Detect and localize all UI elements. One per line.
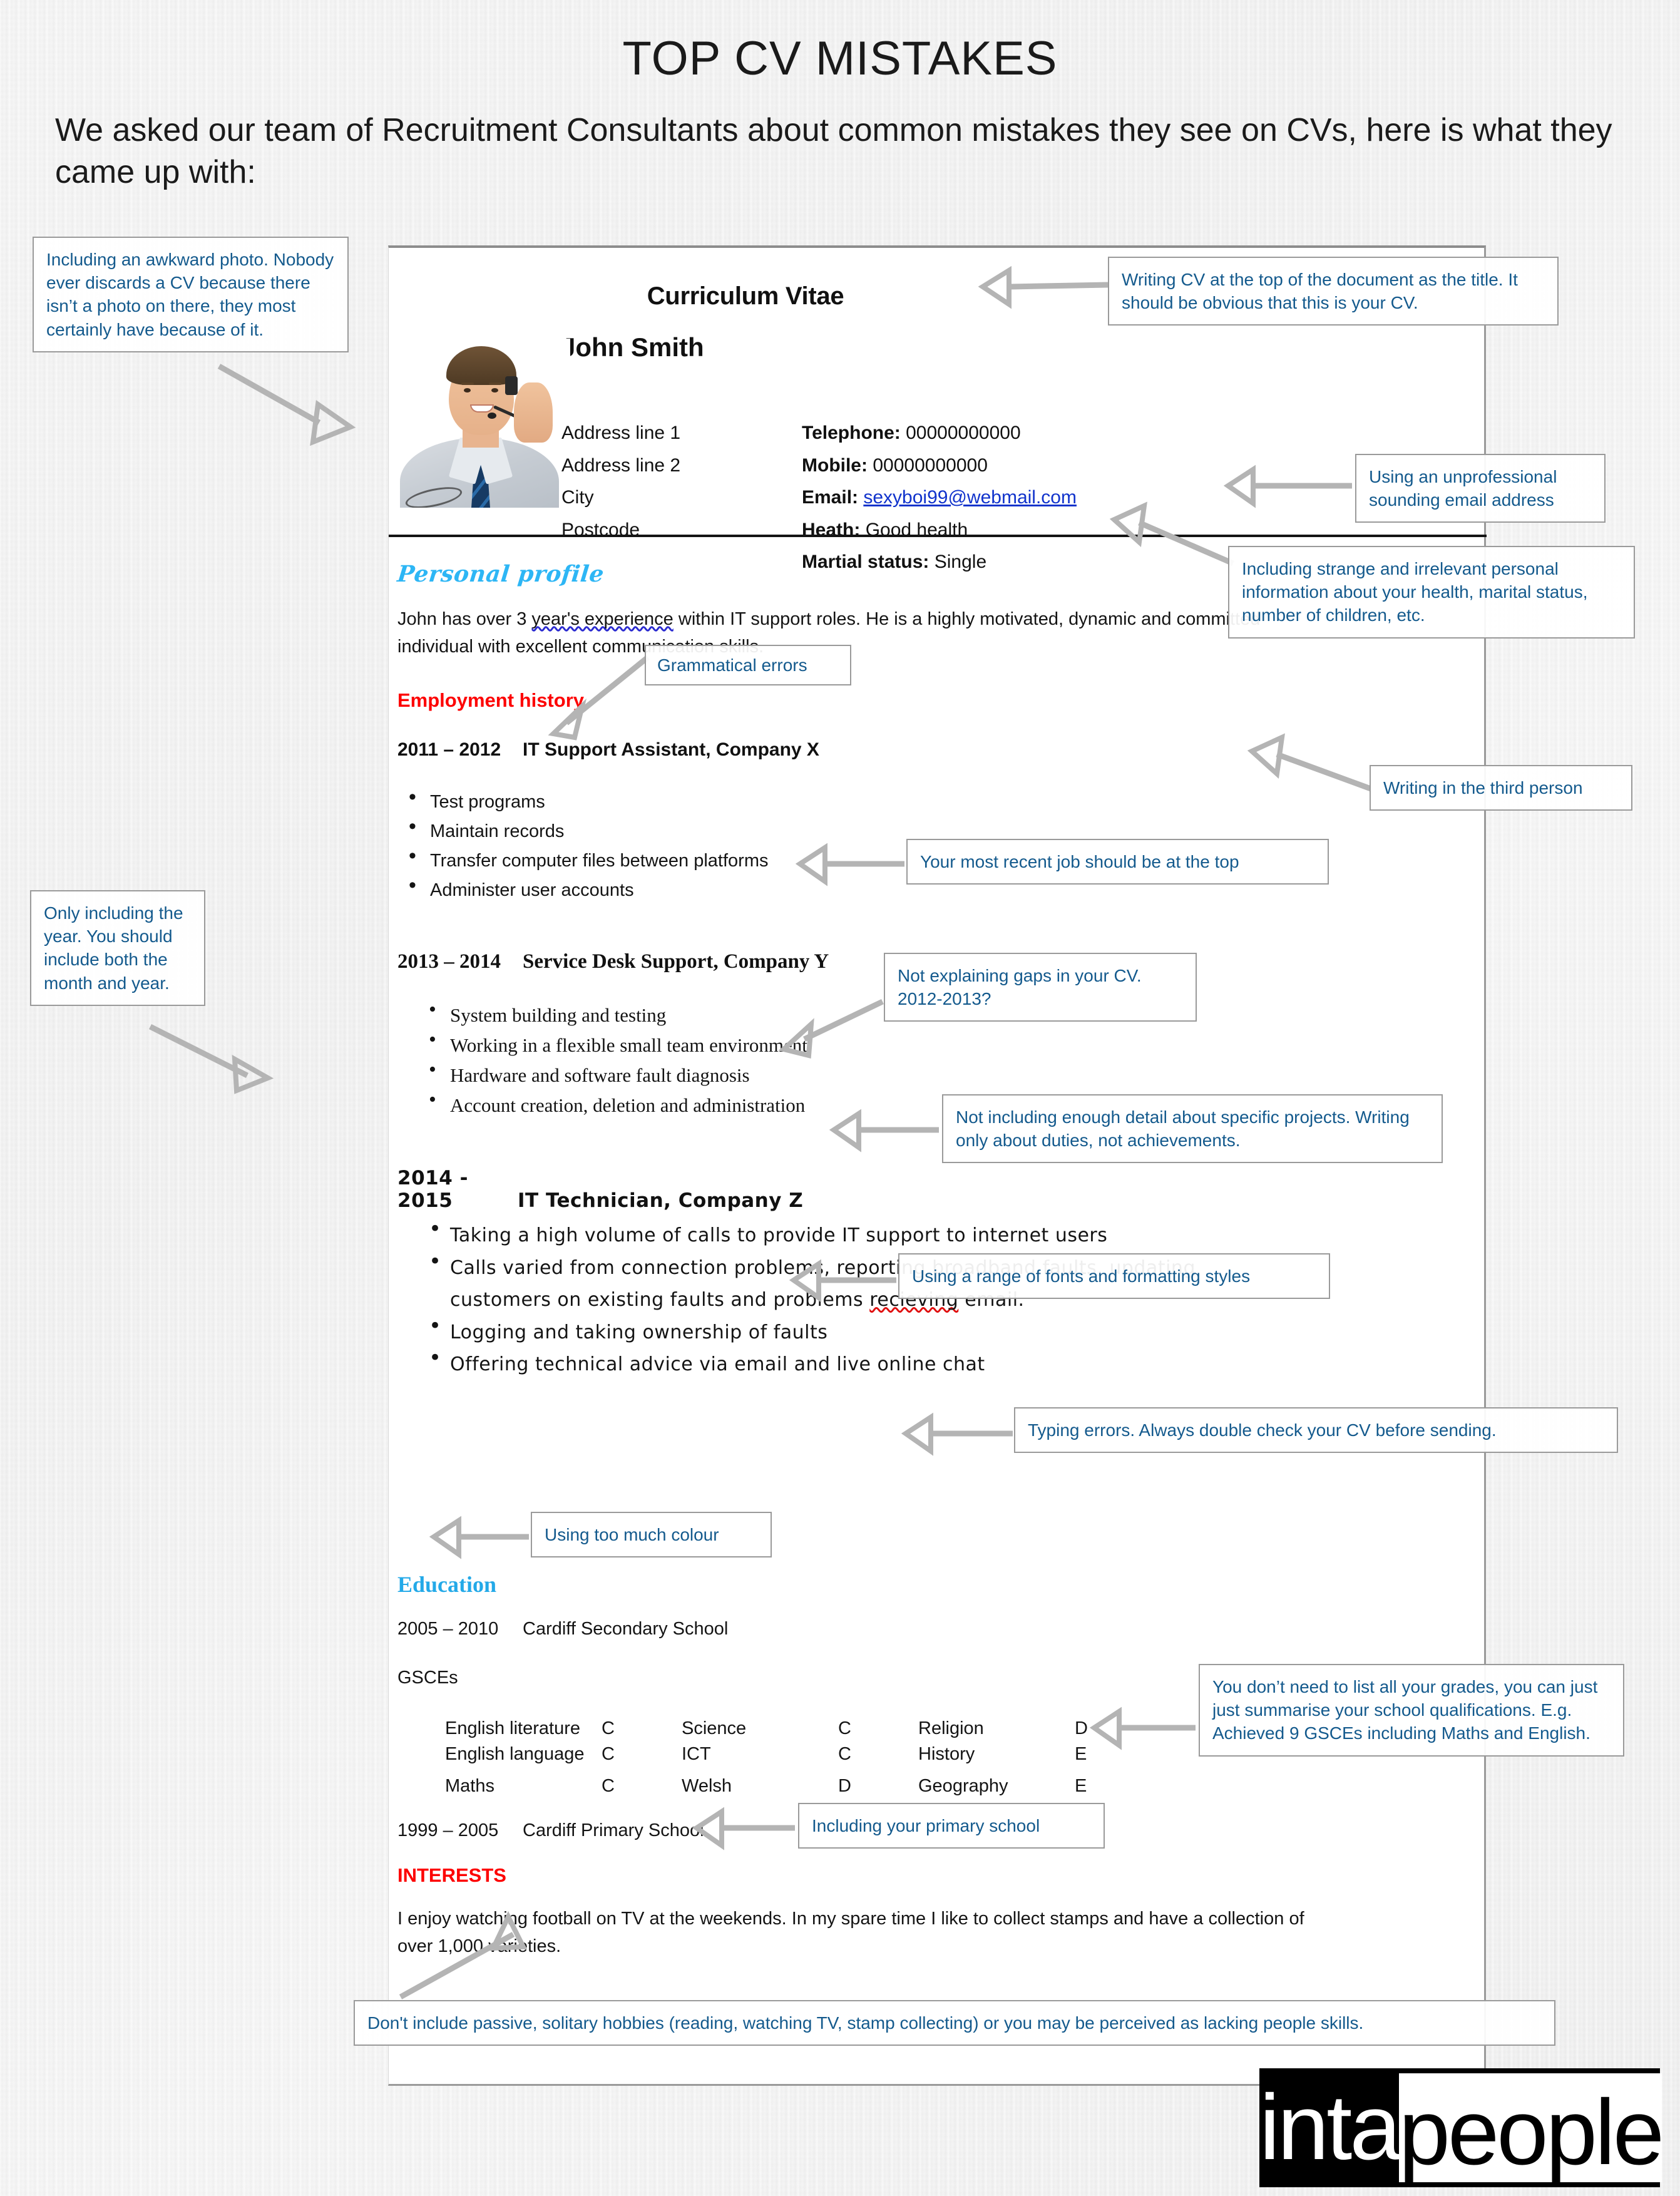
annotation-fonts: Using a range of fonts and formatting st…: [898, 1253, 1330, 1300]
table-row: English language C ICT C History E: [445, 1742, 1155, 1767]
page-title: TOP CV MISTAKES: [622, 32, 1058, 85]
email-link[interactable]: sexyboi99@webmail.com: [863, 487, 1077, 508]
education-primary-school: Cardiff Primary School: [523, 1820, 704, 1840]
table-row: English literature C Science C Religion …: [445, 1716, 1155, 1742]
education-secondary-school: Cardiff Secondary School: [523, 1619, 729, 1639]
job-heading-1: 2011 – 2012 IT Support Assistant, Company…: [397, 739, 819, 761]
grade-value: C: [602, 1776, 615, 1796]
annotation-cv-title: Writing CV at the top of the document as…: [1108, 257, 1559, 326]
grade-subject: English literature: [445, 1718, 580, 1738]
address-line: City: [561, 487, 594, 508]
annotation-grades: You don’t need to list all your grades, …: [1199, 1664, 1624, 1757]
contact-health: Heath: Good health: [802, 519, 968, 540]
cv-header-divider: [389, 535, 1487, 537]
annotation-gaps: Not explaining gaps in your CV. 2012-201…: [884, 953, 1197, 1022]
job-heading-2: 2013 – 2014 Service Desk Support, Company…: [397, 950, 829, 973]
personal-profile-text: John has over 3 year's experience within…: [397, 609, 1261, 657]
annotation-colour: Using too much colour: [531, 1512, 772, 1558]
address-line: Address line 1: [561, 423, 681, 443]
list-item: Test programs: [397, 786, 1211, 817]
annotation-email: Using an unprofessional sounding email a…: [1355, 454, 1606, 523]
grade-subject: Maths: [445, 1776, 494, 1796]
section-heading-interests: INTERESTS: [397, 1864, 506, 1886]
annotation-personal-info: Including strange and irrelevant persona…: [1228, 546, 1635, 639]
section-heading-personal-profile: Personal profile: [396, 561, 606, 587]
grade-subject: English language: [445, 1744, 585, 1764]
contact-telephone: Telephone: 00000000000: [802, 423, 1021, 443]
grade-value: E: [1075, 1776, 1087, 1796]
grade-value: D: [838, 1776, 851, 1796]
grammar-error-text: year's experience: [531, 609, 674, 629]
grade-subject: History: [918, 1744, 975, 1764]
grade-subject: Science: [682, 1718, 747, 1738]
qualification-label: GSCEs: [397, 1668, 458, 1688]
page-subtitle: We asked our team of Recruitment Consult…: [55, 112, 1612, 190]
grade-value: C: [838, 1744, 851, 1764]
list-item: Taking a high volume of calls to provide…: [417, 1218, 1250, 1252]
section-heading-education: Education: [397, 1572, 497, 1597]
grades-table: English literature C Science C Religion …: [445, 1716, 1155, 1799]
grade-subject: Geography: [918, 1776, 1008, 1796]
job-title-3: IT Technician, Company Z: [518, 1189, 804, 1212]
list-item: Working in a flexible small team environ…: [417, 1029, 1231, 1060]
annotation-detail: Not including enough detail about specif…: [942, 1094, 1443, 1164]
contact-marital-status: Martial status: Single: [802, 552, 987, 573]
grade-value: D: [1075, 1718, 1088, 1738]
grade-subject: Religion: [918, 1718, 984, 1738]
job-dates-1: 2011 – 2012: [397, 739, 501, 760]
address-line: Address line 2: [561, 454, 681, 476]
cv-contact-block: Telephone: 00000000000 Mobile: 000000000…: [802, 417, 1077, 578]
logo-text-inta: inta: [1259, 2076, 1401, 2179]
grade-value: E: [1075, 1744, 1087, 1764]
annotation-primary: Including your primary school: [798, 1803, 1105, 1849]
job-dates-3: 2014 - 2015: [397, 1167, 468, 1212]
annotation-hobbies: Don't include passive, solitary hobbies …: [354, 2000, 1555, 2046]
grade-subject: Welsh: [682, 1776, 732, 1796]
table-row: Maths C Welsh D Geography E: [445, 1767, 1155, 1799]
cv-document-title: Curriculum Vitae: [647, 282, 844, 310]
job-dates-2: 2013 – 2014: [397, 950, 501, 973]
job-title-2: Service Desk Support, Company Y: [523, 950, 829, 973]
job-title-1: IT Support Assistant, Company X: [523, 739, 819, 760]
interests-text: I enjoy watching football on TV at the w…: [397, 1909, 1304, 1956]
intapeople-logo: inta people: [1259, 2068, 1664, 2187]
grade-subject: ICT: [682, 1744, 711, 1764]
job-bullets-3: Taking a high volume of calls to provide…: [417, 1218, 1250, 1381]
contact-email: Email: sexyboi99@webmail.com: [802, 487, 1077, 508]
education-primary: 1999 – 2005 Cardiff Primary School: [397, 1820, 704, 1841]
section-heading-employment-history: Employment history: [397, 689, 584, 711]
list-item: Offering technical advice via email and …: [417, 1347, 1250, 1381]
annotation-month-year: Only including the year. You should incl…: [30, 890, 205, 1006]
address-line: Postcode: [561, 519, 640, 540]
annotation-photo: Including an awkward photo. Nobody ever …: [33, 237, 349, 352]
grade-value: C: [602, 1718, 615, 1738]
cv-address-block: Address line 1 Address line 2 City Postc…: [561, 417, 680, 546]
annotation-third-person: Writing in the third person: [1370, 765, 1632, 811]
cv-candidate-photo: [389, 339, 570, 508]
list-item: Hardware and software fault diagnosis: [417, 1059, 1231, 1090]
logo-text-people: people: [1398, 2073, 1664, 2184]
annotation-recent-job: Your most recent job should be at the to…: [906, 839, 1329, 885]
list-item: Logging and taking ownership of faults: [417, 1315, 1250, 1349]
education-secondary-dates: 2005 – 2010: [397, 1619, 499, 1639]
grade-value: C: [602, 1744, 615, 1764]
education-primary-dates: 1999 – 2005: [397, 1820, 499, 1840]
grade-value: C: [838, 1718, 851, 1738]
annotation-grammar: Grammatical errors: [645, 645, 851, 686]
contact-mobile: Mobile: 00000000000: [802, 454, 988, 476]
annotation-typing: Typing errors. Always double check your …: [1014, 1407, 1618, 1454]
cv-candidate-name: John Smith: [561, 332, 704, 362]
job-heading-3: 2014 - 2015 IT Technician, Company Z: [397, 1167, 803, 1212]
education-secondary: 2005 – 2010 Cardiff Secondary School: [397, 1619, 728, 1639]
